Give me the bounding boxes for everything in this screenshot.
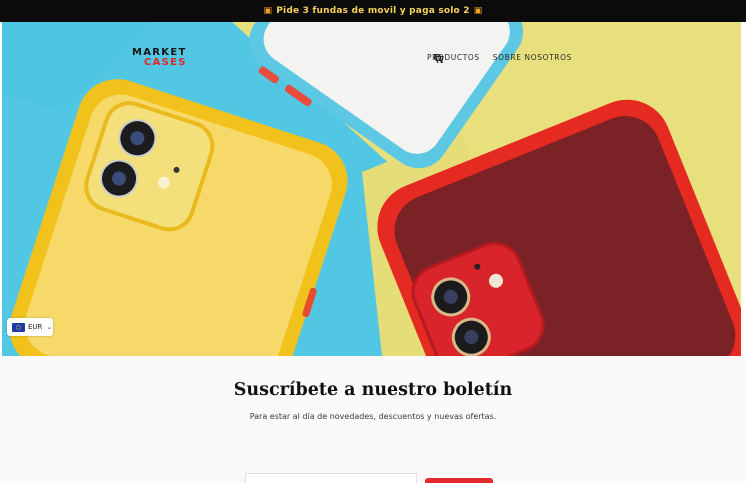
chevron-down-icon: ⌄ xyxy=(46,323,53,331)
currency-selector[interactable]: EUR ⌄ xyxy=(7,318,53,336)
cart-icon[interactable] xyxy=(433,53,444,64)
hero-banner: MARKET CASES PRODUCTOS SOBRE NOSOTROS xyxy=(2,22,741,356)
newsletter-section: Suscríbete a nuestro boletín Para estar … xyxy=(0,356,746,483)
logo-line-2: CASES xyxy=(144,57,187,68)
logo[interactable]: MARKET CASES xyxy=(132,48,187,68)
nav-about[interactable]: SOBRE NOSOTROS xyxy=(493,53,572,62)
gift-icon: ▣ xyxy=(263,6,273,16)
eu-flag-icon xyxy=(12,322,25,332)
hero-image xyxy=(2,22,741,356)
newsletter-email-input[interactable] xyxy=(245,473,417,483)
main-nav: PRODUCTOS SOBRE NOSOTROS xyxy=(427,53,585,64)
announcement-bar: ▣ Pide 3 fundas de movil y paga solo 2 ▣ xyxy=(0,0,746,22)
newsletter-title: Suscríbete a nuestro boletín xyxy=(233,380,513,400)
newsletter-subscribe-button[interactable] xyxy=(425,478,493,483)
announcement-text: Pide 3 fundas de movil y paga solo 2 xyxy=(276,6,470,16)
newsletter-subtitle: Para estar al día de novedades, descuent… xyxy=(249,412,497,421)
gift-icon: ▣ xyxy=(473,6,483,16)
currency-label: EUR xyxy=(28,323,43,331)
